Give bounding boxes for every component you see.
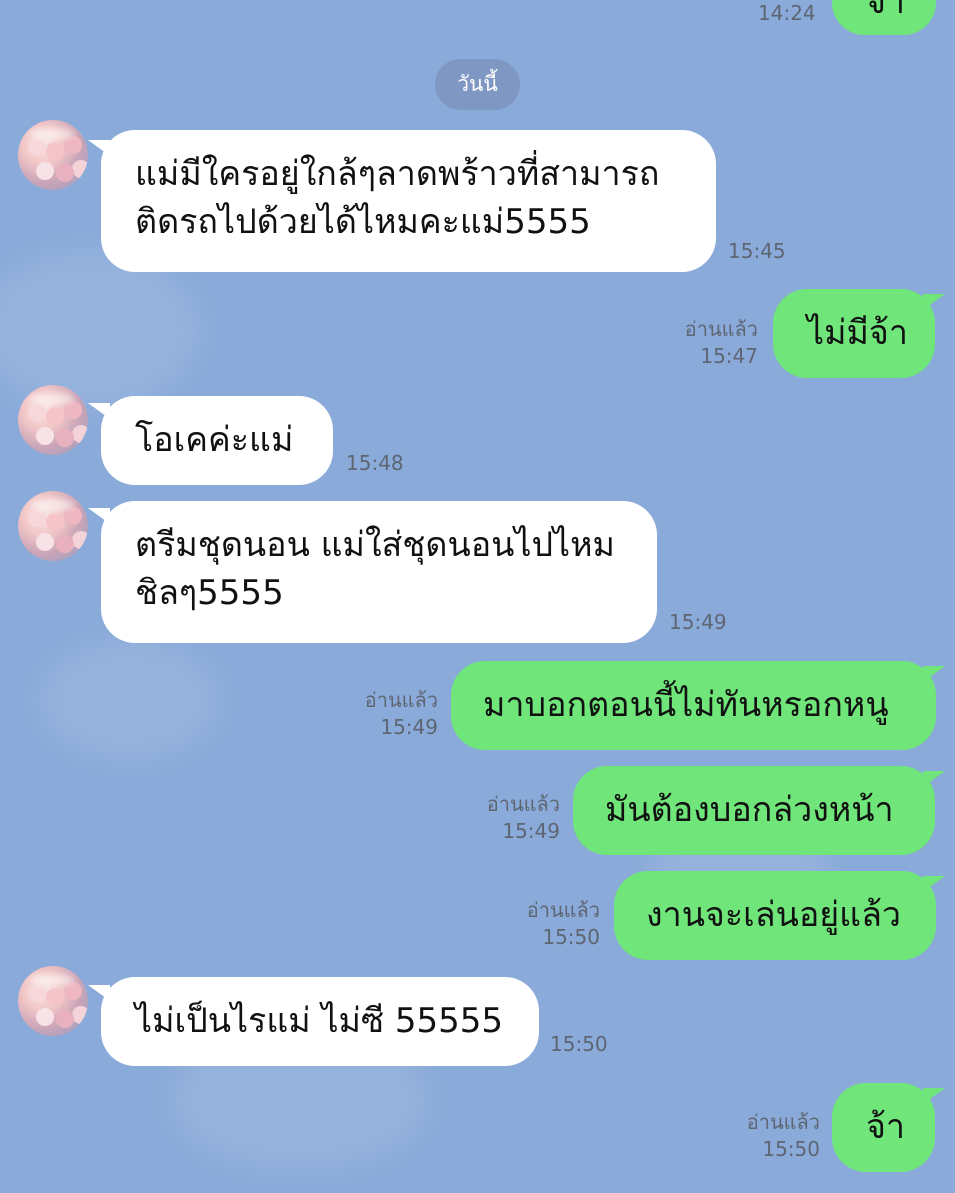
message-text: จ้า bbox=[866, 0, 906, 22]
read-status: อ่านแล้ว bbox=[486, 792, 560, 816]
message-time: 15:49 bbox=[380, 715, 438, 739]
incoming-message[interactable]: โอเคค่ะแม่ bbox=[101, 396, 333, 485]
message-line: ชิลๆ5555 bbox=[135, 573, 284, 613]
message-text: มาบอกตอนนี้ไม่ทันหรอกหนู bbox=[483, 685, 889, 725]
read-receipt: อ่านแล้ว 15:47 bbox=[670, 316, 758, 370]
background-cloud bbox=[0, 250, 200, 410]
read-status: อ่านแล้ว bbox=[526, 898, 600, 922]
message-time: 15:48 bbox=[346, 451, 404, 475]
incoming-message[interactable]: ตรีมชุดนอน แม่ใส่ชุดนอนไปไหม ชิลๆ5555 bbox=[101, 501, 657, 643]
message-text: งานจะเล่นอยู่แล้ว bbox=[646, 895, 901, 935]
background-cloud bbox=[40, 640, 220, 760]
outgoing-message[interactable]: มันต้องบอกล่วงหน้า bbox=[573, 766, 935, 855]
message-time: 15:49 bbox=[669, 610, 727, 634]
read-status: อ่านแล้ว bbox=[684, 317, 758, 341]
message-time: 15:47 bbox=[700, 344, 758, 368]
read-status: อ่านแล้ว bbox=[364, 688, 438, 712]
message-time: 15:49 bbox=[502, 819, 560, 843]
message-time: 15:45 bbox=[728, 239, 786, 263]
outgoing-message[interactable]: มาบอกตอนนี้ไม่ทันหรอกหนู bbox=[451, 661, 936, 750]
message-time: 15:50 bbox=[762, 1137, 820, 1161]
message-line: ติดรถไปด้วยได้ไหมคะแม่5555 bbox=[135, 202, 591, 242]
avatar[interactable] bbox=[18, 120, 88, 190]
avatar[interactable] bbox=[18, 966, 88, 1036]
outgoing-message[interactable]: ไม่มีจ้า bbox=[773, 289, 935, 378]
message-text: มันต้องบอกล่วงหน้า bbox=[605, 790, 894, 830]
message-time: 15:50 bbox=[542, 925, 600, 949]
avatar[interactable] bbox=[18, 491, 88, 561]
message-line: โอเคค่ะแม่ bbox=[135, 420, 294, 460]
outgoing-message[interactable]: จ้า bbox=[832, 1083, 935, 1172]
date-chip: วันนี้ bbox=[435, 59, 520, 110]
message-line: ไม่เป็นไรแม่ ไม่ซี 55555 bbox=[135, 1001, 504, 1041]
bubble-tail bbox=[923, 771, 945, 787]
outgoing-message[interactable]: งานจะเล่นอยู่แล้ว bbox=[614, 871, 936, 960]
bubble-tail bbox=[923, 876, 945, 892]
incoming-message[interactable]: แม่มีใครอยู่ใกล้ๆลาดพร้าวที่สามารถ ติดรถ… bbox=[101, 130, 716, 272]
message-text: จ้า bbox=[866, 1107, 906, 1147]
message-line: แม่มีใครอยู่ใกล้ๆลาดพร้าวที่สามารถ bbox=[135, 154, 660, 194]
avatar[interactable] bbox=[18, 385, 88, 455]
bubble-tail bbox=[923, 294, 945, 310]
read-receipt: อ่านแล้ว 15:49 bbox=[470, 791, 560, 845]
bubble-tail bbox=[923, 1088, 945, 1104]
message-time: 15:50 bbox=[550, 1032, 608, 1056]
read-receipt: อ่านแล้ว 15:50 bbox=[510, 897, 600, 951]
outgoing-message[interactable]: จ้า bbox=[832, 0, 936, 35]
read-receipt: อ่านแล้ว 15:49 bbox=[348, 687, 438, 741]
bubble-tail bbox=[923, 666, 945, 682]
read-receipt: อ่านแล้ว 15:50 bbox=[730, 1109, 820, 1163]
message-text: ไม่มีจ้า bbox=[807, 313, 908, 353]
read-status: อ่านแล้ว bbox=[746, 1110, 820, 1134]
message-time: 14:24 bbox=[758, 1, 816, 25]
incoming-message[interactable]: ไม่เป็นไรแม่ ไม่ซี 55555 bbox=[101, 977, 539, 1066]
message-line: ตรีมชุดนอน แม่ใส่ชุดนอนไปไหม bbox=[135, 525, 615, 565]
